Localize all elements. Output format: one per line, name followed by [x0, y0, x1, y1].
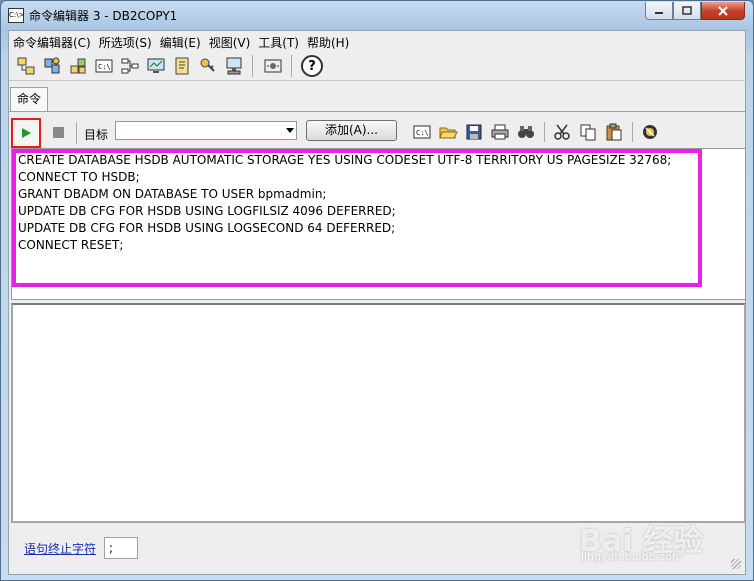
- help-button[interactable]: ?: [301, 55, 323, 77]
- sql-line: CONNECT TO HSDB;: [18, 170, 140, 184]
- execute-button[interactable]: [11, 118, 41, 148]
- window-controls: [645, 2, 745, 20]
- save-icon: [466, 124, 482, 140]
- configuration-assistant-button[interactable]: [223, 55, 245, 77]
- menu-bar: 命令编辑器(C) 所选项(S) 编辑(E) 视图(V) 工具(T) 帮助(H): [9, 31, 745, 51]
- help-icon: ?: [301, 55, 323, 77]
- print-icon: [491, 124, 509, 140]
- license-center-button[interactable]: [197, 55, 219, 77]
- target-dropdown[interactable]: [115, 121, 297, 140]
- toolbar-separator: [627, 120, 637, 144]
- tab-command[interactable]: 命令: [10, 87, 48, 111]
- menu-help[interactable]: 帮助(H): [303, 31, 353, 51]
- resize-grip[interactable]: [731, 559, 741, 569]
- copy-button[interactable]: [575, 120, 601, 144]
- command-toolbar-icons: C:\: [409, 120, 663, 144]
- toolbar-separator: [539, 120, 549, 144]
- folder-open-icon: [439, 127, 458, 139]
- sql-line: CONNECT RESET;: [18, 238, 124, 252]
- command-window-button[interactable]: C:\: [409, 120, 435, 144]
- command-window-icon: C:\>: [8, 8, 24, 23]
- paste-icon: [606, 123, 622, 141]
- maximize-icon: [682, 6, 692, 15]
- svg-text:C:\: C:\: [98, 63, 111, 71]
- key-icon: [200, 58, 215, 72]
- cut-button[interactable]: [549, 120, 575, 144]
- control-center-icon: [17, 57, 35, 75]
- stop-icon[interactable]: [53, 127, 64, 138]
- minimize-button[interactable]: [645, 2, 673, 20]
- command-editor-button[interactable]: C:\: [93, 55, 115, 77]
- paste-button[interactable]: [601, 120, 627, 144]
- sql-line: GRANT DBADM ON DATABASE TO USER bpmadmin…: [18, 187, 327, 201]
- copy-icon: [580, 124, 596, 141]
- statement-terminator-input[interactable]: ;: [104, 537, 138, 559]
- find-button[interactable]: [513, 120, 539, 144]
- title-bar[interactable]: C:\> 命令编辑器 3 - DB2COPY1: [1, 1, 753, 29]
- maximize-button[interactable]: [673, 2, 701, 20]
- tab-bar: 命令: [9, 85, 745, 112]
- command-toolbar: 目标 添加(A)... C:\: [9, 118, 745, 148]
- add-button[interactable]: 添加(A)...: [306, 120, 397, 141]
- monitor-icon: [147, 58, 165, 73]
- journal-button[interactable]: [171, 55, 193, 77]
- statement-terminator-link[interactable]: 语句终止字符: [24, 540, 96, 557]
- task-center-button[interactable]: [119, 55, 141, 77]
- open-button[interactable]: [435, 120, 461, 144]
- close-button[interactable]: [701, 2, 745, 20]
- satellite-icon: [70, 58, 86, 74]
- main-toolbar: C:\ ?: [9, 52, 751, 81]
- task-center-icon: [121, 58, 139, 74]
- clear-results-button[interactable]: [637, 120, 663, 144]
- menu-view[interactable]: 视图(V): [205, 31, 255, 51]
- binoculars-icon: [518, 126, 534, 138]
- command-panel: 目标 添加(A)... C:\ CREATE DATABASE HSDB AUT…: [9, 113, 746, 573]
- replication-icon: [44, 57, 60, 74]
- sql-editor[interactable]: CREATE DATABASE HSDB AUTOMATIC STORAGE Y…: [11, 148, 746, 300]
- chevron-down-icon: [286, 128, 294, 133]
- satellite-admin-button[interactable]: [67, 55, 89, 77]
- play-icon: [21, 128, 31, 138]
- sql-line: UPDATE DB CFG FOR HSDB USING LOGSECOND 6…: [18, 221, 396, 235]
- menu-tools[interactable]: 工具(T): [254, 31, 303, 51]
- command-editor-window: C:\> 命令编辑器 3 - DB2COPY1 命令编辑器(C) 所选项(S) …: [0, 0, 754, 581]
- minimize-icon: [655, 11, 663, 14]
- target-label: 目标: [84, 128, 109, 142]
- scissors-icon: [554, 124, 570, 140]
- network-icon: [226, 57, 242, 75]
- output-pane[interactable]: [11, 303, 746, 523]
- menu-edit[interactable]: 编辑(E): [156, 31, 205, 51]
- sql-line: CREATE DATABASE HSDB AUTOMATIC STORAGE Y…: [18, 153, 672, 167]
- toolbar-separator: [252, 55, 259, 77]
- command-window-icon: C:\: [413, 125, 431, 139]
- sql-line: UPDATE DB CFG FOR HSDB USING LOGFILSIZ 4…: [18, 204, 396, 218]
- replication-center-button[interactable]: [41, 55, 63, 77]
- journal-icon: [175, 57, 189, 75]
- settings-icon: [264, 59, 282, 73]
- print-button[interactable]: [487, 120, 513, 144]
- tools-settings-button[interactable]: [262, 55, 284, 77]
- toolbar-separator: [76, 122, 77, 144]
- health-center-button[interactable]: [145, 55, 167, 77]
- command-window-icon: C:\: [95, 59, 113, 73]
- toolbar-separator: [291, 55, 298, 77]
- eraser-icon: [643, 125, 657, 139]
- menu-selected[interactable]: 所选项(S): [95, 31, 156, 51]
- save-button[interactable]: [461, 120, 487, 144]
- svg-text:C:\: C:\: [416, 129, 429, 137]
- close-icon: [718, 5, 728, 16]
- window-title: 命令编辑器 3 - DB2COPY1: [29, 9, 178, 23]
- control-center-button[interactable]: [15, 55, 37, 77]
- client-area: 命令编辑器(C) 所选项(S) 编辑(E) 视图(V) 工具(T) 帮助(H) …: [8, 30, 751, 575]
- menu-command-editor[interactable]: 命令编辑器(C): [9, 31, 95, 51]
